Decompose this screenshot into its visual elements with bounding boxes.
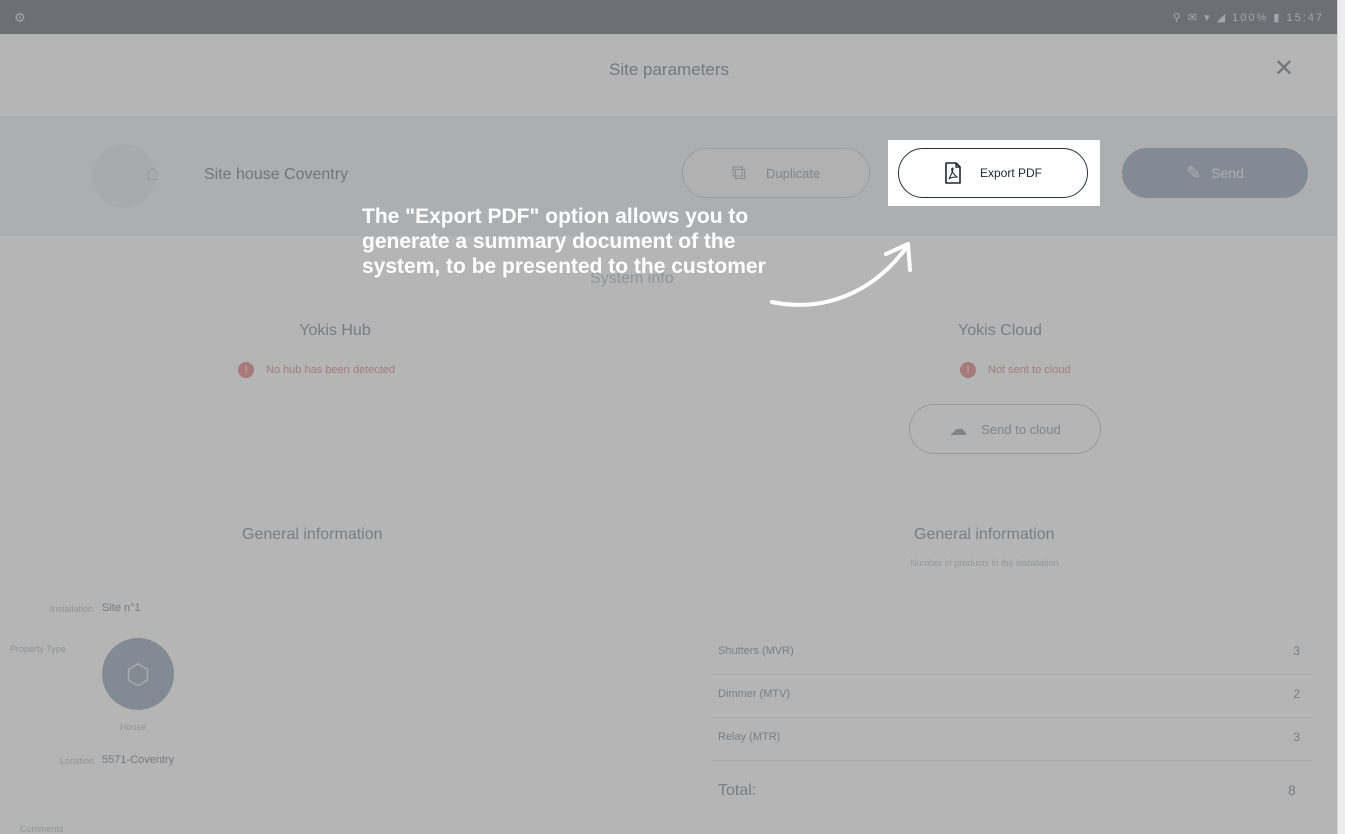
callout-arrow-icon (770, 242, 912, 307)
export-highlight: Export PDF (888, 140, 1100, 206)
close-icon[interactable]: ✕ (1274, 54, 1294, 83)
home-icon: ⌂ (146, 160, 160, 185)
list-item-value: 3 (1293, 644, 1300, 658)
cloud-error: ! Not sent to cloud (960, 362, 1071, 378)
callout-text: The "Export PDF" option allows you to ge… (362, 205, 766, 278)
cloud-upload-icon: ☁ (949, 418, 968, 439)
location-value: 5571-Coventry (102, 754, 175, 766)
general-info-right-subtitle: Number of products in the installation (910, 558, 1059, 568)
list-item-value: 3 (1293, 730, 1300, 744)
hub-title: Yokis Hub (299, 322, 371, 339)
header: Site parameters ✕ (0, 34, 1338, 116)
installation-value: Site n°1 (102, 602, 141, 614)
pdf-file-icon (945, 162, 961, 184)
list-item-label: Relay (MTR) (718, 731, 781, 743)
duplicate-icon: ⧉ (731, 161, 747, 184)
hub-error: ! No hub has been detected (238, 362, 395, 378)
installation-label: Installation (50, 604, 94, 614)
duplicate-button[interactable]: ⧉ Duplicate (682, 148, 870, 198)
cloud-title: Yokis Cloud (958, 322, 1042, 339)
general-info-right-title: General information (914, 526, 1055, 543)
export-pdf-label: Export PDF (979, 166, 1042, 180)
list-item: Relay (MTR) 3 (712, 718, 1312, 761)
status-bar-right: ⚲ ✉ ▾ ◢ 100% ▮ 15:47 (1172, 12, 1324, 24)
error-icon: ! (960, 362, 976, 378)
page-title: Site parameters (609, 60, 729, 79)
duplicate-label: Duplicate (766, 165, 821, 181)
app-screen: ⚙ ⚲ ✉ ▾ ◢ 100% ▮ 15:47 Site parameters ✕… (0, 0, 1338, 834)
status-bar: ⚙ ⚲ ✉ ▾ ◢ 100% ▮ 15:47 (0, 0, 1338, 34)
product-count-list: Shutters (MVR) 3 Dimmer (MTV) 2 Relay (M… (712, 632, 1312, 761)
settings-icon: ⚙ (14, 10, 26, 25)
list-item-value: 2 (1293, 687, 1300, 701)
window-edge (1337, 0, 1345, 834)
export-pdf-button[interactable]: Export PDF (898, 148, 1088, 198)
property-type-label: Property Type (10, 644, 66, 654)
cube-icon: ⬡ (102, 638, 174, 710)
list-item-label: Shutters (MVR) (718, 645, 794, 657)
site-name: Site house Coventry (204, 166, 349, 183)
total-label: Total: (718, 782, 757, 799)
send-to-cloud-button[interactable]: ☁ Send to cloud (909, 404, 1101, 454)
list-item-label: Dimmer (MTV) (718, 688, 791, 700)
total-value: 8 (1288, 782, 1296, 798)
send-to-cloud-label: Send to cloud (981, 421, 1061, 437)
send-label: Send (1211, 165, 1244, 181)
send-icon: ✎ (1186, 162, 1202, 183)
property-type-value: House (120, 722, 147, 732)
list-item: Dimmer (MTV) 2 (712, 675, 1312, 718)
comments-label: Comments (20, 824, 64, 834)
location-label: Location (60, 756, 95, 766)
list-item: Shutters (MVR) 3 (712, 632, 1312, 675)
general-info-left-title: General information (242, 526, 383, 543)
hub-error-text: No hub has been detected (266, 364, 396, 376)
error-icon: ! (238, 362, 254, 378)
cloud-error-text: Not sent to cloud (988, 364, 1071, 376)
send-button[interactable]: ✎ Send (1122, 148, 1308, 198)
